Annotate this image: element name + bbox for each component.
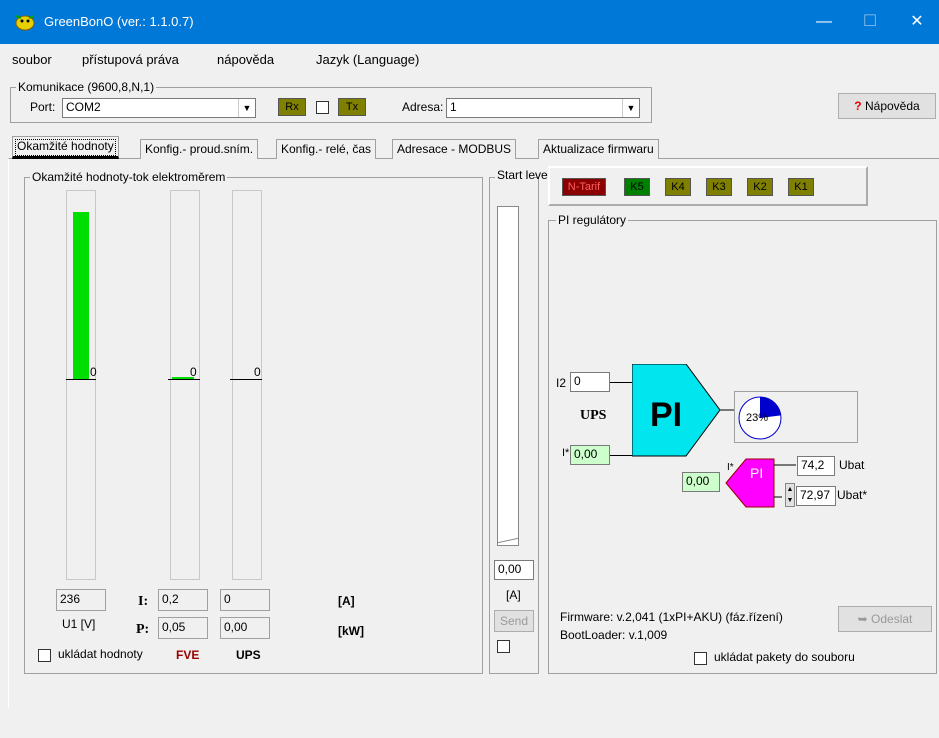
menu-soubor[interactable]: soubor [12, 52, 72, 67]
relay-k2: K2 [747, 178, 773, 196]
ubat-setpoint[interactable]: 72,97 [796, 486, 836, 506]
meter-fill-fve [73, 212, 89, 380]
menu-language[interactable]: Jazyk (Language) [316, 52, 436, 67]
start-level-value[interactable]: 0,00 [494, 560, 534, 580]
port-label: Port: [30, 100, 56, 114]
odeslat-button[interactable]: ➥ Odeslat [838, 606, 932, 632]
i2-line [610, 382, 632, 383]
rx-indicator: Rx [278, 98, 306, 116]
address-label: Adresa: [402, 100, 444, 114]
voltage-label: U1 [V] [62, 617, 96, 631]
app-icon [15, 15, 35, 31]
relay-k5: K5 [624, 178, 650, 196]
menu-access[interactable]: přístupová práva [82, 52, 212, 67]
address-value: 1 [450, 100, 457, 114]
relay-k3: K3 [706, 178, 732, 196]
meter-value-fve: 0 [90, 365, 97, 379]
iset-label: I* [562, 447, 570, 459]
ups-pi-label: UPS [580, 408, 607, 423]
voltage-value: 236 [56, 589, 106, 611]
tab-instant-values[interactable]: Okamžité hodnoty [12, 136, 119, 159]
save-packets-label: ukládat pakety do souboru [714, 650, 855, 664]
save-values-label: ukládat hodnoty [58, 647, 143, 661]
address-select[interactable]: 1 ▼ [446, 98, 640, 118]
meter-bar-2 [170, 190, 200, 580]
port-value: COM2 [66, 100, 101, 114]
chevron-down-icon[interactable]: ▼ [622, 99, 639, 117]
i2-label: I2 [556, 376, 567, 390]
ubat-label: Ubat [839, 458, 865, 472]
maximize-button[interactable]: ☐ [858, 10, 882, 34]
iset-line [610, 455, 632, 456]
save-values-checkbox[interactable] [38, 649, 51, 662]
tab-current-sensor[interactable]: Konfig.- proud.sním. [140, 139, 259, 159]
start-level-checkbox[interactable] [497, 640, 510, 653]
menu-help[interactable]: nápověda [217, 52, 292, 67]
fve-current: 0,2 [158, 589, 208, 611]
i2-value: 0 [570, 372, 610, 392]
ups-current: 0 [220, 589, 270, 611]
start-level-label: Start level [495, 168, 551, 182]
window-title: GreenBonO (ver.: 1.1.0.7) [44, 14, 194, 29]
current-label: I: [138, 594, 149, 609]
fve-power: 0,05 [158, 617, 208, 639]
meter-zero-line [66, 379, 96, 380]
meter-bar-fve [66, 190, 96, 580]
small-pi-input: 0,00 [682, 472, 720, 492]
relay-k4: K4 [665, 178, 691, 196]
minimize-button[interactable]: — [812, 10, 836, 34]
unit-kw: [kW] [338, 624, 364, 638]
comm-group-label: Komunikace (9600,8,N,1) [16, 80, 157, 94]
start-level-unit: [A] [506, 588, 521, 602]
ubat-value: 74,2 [797, 456, 835, 476]
power-label: P: [136, 622, 150, 637]
question-icon: ? [854, 99, 862, 113]
pi-group-label: PI regulátory [556, 213, 629, 227]
relay-n-tarif: N-Tarif [562, 178, 606, 196]
ups-power: 0,00 [220, 617, 270, 639]
rxtx-checkbox[interactable] [316, 101, 329, 114]
meter-value-ups: 0 [254, 365, 261, 379]
output-percent: 23% [746, 412, 769, 424]
title-bar: GreenBonO (ver.: 1.1.0.7) — ☐ ✕ [0, 0, 939, 44]
chevron-down-icon[interactable]: ▼ [238, 99, 255, 117]
bootloader-info: BootLoader: v.1,009 [560, 628, 668, 642]
tab-relay-time[interactable]: Konfig.- relé, čas [276, 139, 377, 159]
port-select[interactable]: COM2 ▼ [62, 98, 256, 118]
close-button[interactable]: ✕ [905, 10, 929, 34]
pi-label: PI [650, 396, 683, 434]
fve-label: FVE [176, 648, 200, 662]
meter-zero-line [230, 379, 262, 380]
tx-indicator: Tx [338, 98, 366, 116]
firmware-info: Firmware: v.2,041 (1xPI+AKU) (fáz.řízení… [560, 610, 783, 624]
send-icon: ➥ [857, 612, 868, 626]
save-packets-checkbox[interactable] [694, 652, 707, 665]
meters-group-label: Okamžité hodnoty-tok elektroměrem [30, 170, 228, 184]
ups-label: UPS [236, 648, 261, 662]
ubat-spinner[interactable]: ▲ ▼ [785, 483, 795, 507]
small-iset-label: I* [727, 462, 734, 473]
tab-firmware[interactable]: Aktualizace firmwaru [538, 139, 659, 159]
meter-bar-ups [232, 190, 262, 580]
relay-k1: K1 [788, 178, 814, 196]
send-button[interactable]: Send [494, 610, 534, 632]
small-pi-label: PI [750, 465, 764, 481]
tab-modbus[interactable]: Adresace - MODBUS [392, 139, 517, 159]
meter-value-2: 0 [190, 365, 197, 379]
meter-zero-line [168, 379, 200, 380]
ubat-setpoint-label: Ubat* [837, 488, 868, 502]
start-level-track[interactable] [497, 206, 519, 546]
unit-a: [A] [338, 594, 355, 608]
iset-value: 0,00 [570, 445, 610, 465]
help-button[interactable]: ? Nápověda [838, 93, 936, 119]
